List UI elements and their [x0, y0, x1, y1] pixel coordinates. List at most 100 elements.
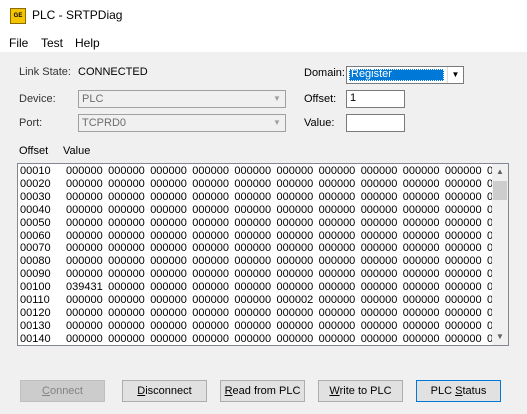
row-offset: 00070 [20, 242, 51, 255]
title-bar: GE PLC - SRTPDiag [0, 0, 527, 31]
vertical-scrollbar[interactable]: ▲ ▼ [492, 164, 508, 345]
row-value-cell: 000000 [192, 165, 230, 177]
device-label: Device: [19, 93, 56, 105]
row-value-cell: 000000 [360, 268, 398, 281]
row-value-cell: 000000 [192, 190, 230, 203]
row-value-cell: 000000 [276, 190, 314, 203]
connect-accel: C [42, 385, 50, 397]
row-offset: 00020 [20, 177, 51, 190]
value-field[interactable] [346, 114, 405, 132]
write-to-plc-button[interactable]: Write to PLC [318, 380, 403, 402]
device-combo[interactable]: PLC ▼ [78, 90, 286, 108]
row-value-cell: 000000 [66, 306, 103, 319]
row-value-cell: 000000 [402, 242, 440, 255]
row-value-cell: 000000 [444, 190, 482, 203]
status-label: tatus [462, 385, 487, 397]
row-value-cell: 000000 [402, 294, 440, 306]
row-value-cell: 000000 [234, 229, 272, 242]
row-value-cell: 000000 [150, 319, 187, 332]
device-value: PLC [82, 93, 104, 105]
row-value-cell: 000000 [318, 216, 356, 229]
window-title: PLC - SRTPDiag [32, 8, 123, 22]
row-value-cell: 000000 [234, 190, 272, 203]
menu-bar: File Test Help [0, 31, 527, 53]
row-value-cell: 000000 [234, 216, 272, 229]
row-value-cell: 000000 [108, 332, 145, 345]
row-value-cell: 000000 [444, 294, 482, 306]
row-value-cell: 000000 [66, 229, 103, 242]
row-value-cell: 000000 [150, 165, 187, 177]
scroll-up-icon[interactable]: ▲ [492, 164, 508, 180]
row-value-cell: 000000 [192, 177, 230, 190]
row-value-cell: 000000 [150, 294, 187, 306]
row-value-cell: 000000 [402, 319, 440, 332]
row-value-cell: 000000 [234, 294, 272, 306]
plc-status-button[interactable]: PLC Status [416, 380, 501, 402]
offset-label: Offset: [304, 93, 337, 105]
row-value-cell: 000000 [66, 165, 103, 177]
row-value-cell: 000000 [276, 281, 314, 294]
row-value-cell: 000000 [108, 319, 145, 332]
row-value-cell: 000000 [402, 255, 440, 268]
row-value-cell: 000000 [108, 203, 145, 216]
port-value: TCPRD0 [82, 117, 127, 129]
write-label: rite to PLC [339, 385, 392, 397]
row-offset: 00030 [20, 190, 51, 203]
row-value-cell: 000000 [318, 294, 356, 306]
row-value-cell: 000000 [402, 281, 440, 294]
row-value-cell: 000000 [360, 281, 398, 294]
row-value-cell: 000000 [444, 216, 482, 229]
row-value-cell: 000000 [360, 177, 398, 190]
row-value-cell: 000000 [192, 268, 230, 281]
row-value-cell: 000000 [360, 216, 398, 229]
row-value-cell: 000000 [108, 268, 145, 281]
row-value-cell: 000000 [402, 177, 440, 190]
disconnect-button[interactable]: Disconnect [122, 380, 207, 402]
chevron-down-icon: ▼ [273, 118, 281, 127]
chevron-down-icon: ▼ [447, 67, 463, 83]
row-offset: 00110 [20, 294, 50, 306]
offset-field[interactable]: 1 [346, 90, 405, 108]
row-value-cell: 000000 [444, 203, 482, 216]
row-value-cell: 000000 [66, 319, 103, 332]
row-value-cell: 000002 [276, 294, 314, 306]
row-value-cell: 000000 [444, 177, 482, 190]
row-value-cell: 000000 [234, 242, 272, 255]
domain-value: Register [351, 68, 392, 80]
row-value-cell: 000000 [402, 165, 440, 177]
menu-file[interactable]: File [9, 36, 28, 50]
register-listbox[interactable]: 00010 000000 000000 000000 000000 000000 00000… [17, 163, 509, 346]
read-from-plc-button[interactable]: Read from PLC [220, 380, 305, 402]
row-value-cell: 000000 [402, 229, 440, 242]
row-value-cell: 000000 [318, 242, 356, 255]
row-value-cell: 000000 [318, 281, 356, 294]
menu-help[interactable]: Help [75, 36, 100, 50]
row-value-cell: 000000 [108, 165, 145, 177]
row-value-cell: 000000 [318, 177, 356, 190]
connect-button[interactable]: Connect [20, 380, 105, 402]
row-value-cell: 000000 [444, 281, 482, 294]
row-value-cell: 000000 [444, 319, 482, 332]
row-value-cell: 000000 [66, 332, 103, 345]
row-value-cell: 000000 [150, 332, 187, 345]
row-value-cell: 000000 [444, 242, 482, 255]
row-value-cell: 000000 [360, 319, 398, 332]
value-column-header: Value [63, 145, 91, 157]
scroll-thumb[interactable] [493, 181, 507, 200]
row-value-cell: 000000 [150, 177, 187, 190]
row-value-cell: 000000 [276, 165, 314, 177]
domain-combo[interactable]: Register ▼ [346, 66, 464, 84]
menu-test[interactable]: Test [41, 36, 63, 50]
row-value-cell: 000000 [150, 306, 187, 319]
scroll-down-icon[interactable]: ▼ [492, 329, 508, 345]
row-value-cell: 000000 [108, 255, 145, 268]
row-value-cell: 039431 [66, 281, 103, 294]
row-value-cell: 000000 [234, 319, 272, 332]
row-value-cell: 000000 [444, 268, 482, 281]
row-value-cell: 000000 [234, 332, 272, 345]
offset-column-header: Offset [19, 145, 49, 157]
row-value-cell: 000000 [402, 216, 440, 229]
port-combo[interactable]: TCPRD0 ▼ [78, 114, 286, 132]
row-offset: 00080 [20, 255, 51, 268]
row-offset: 00100 [20, 281, 51, 294]
